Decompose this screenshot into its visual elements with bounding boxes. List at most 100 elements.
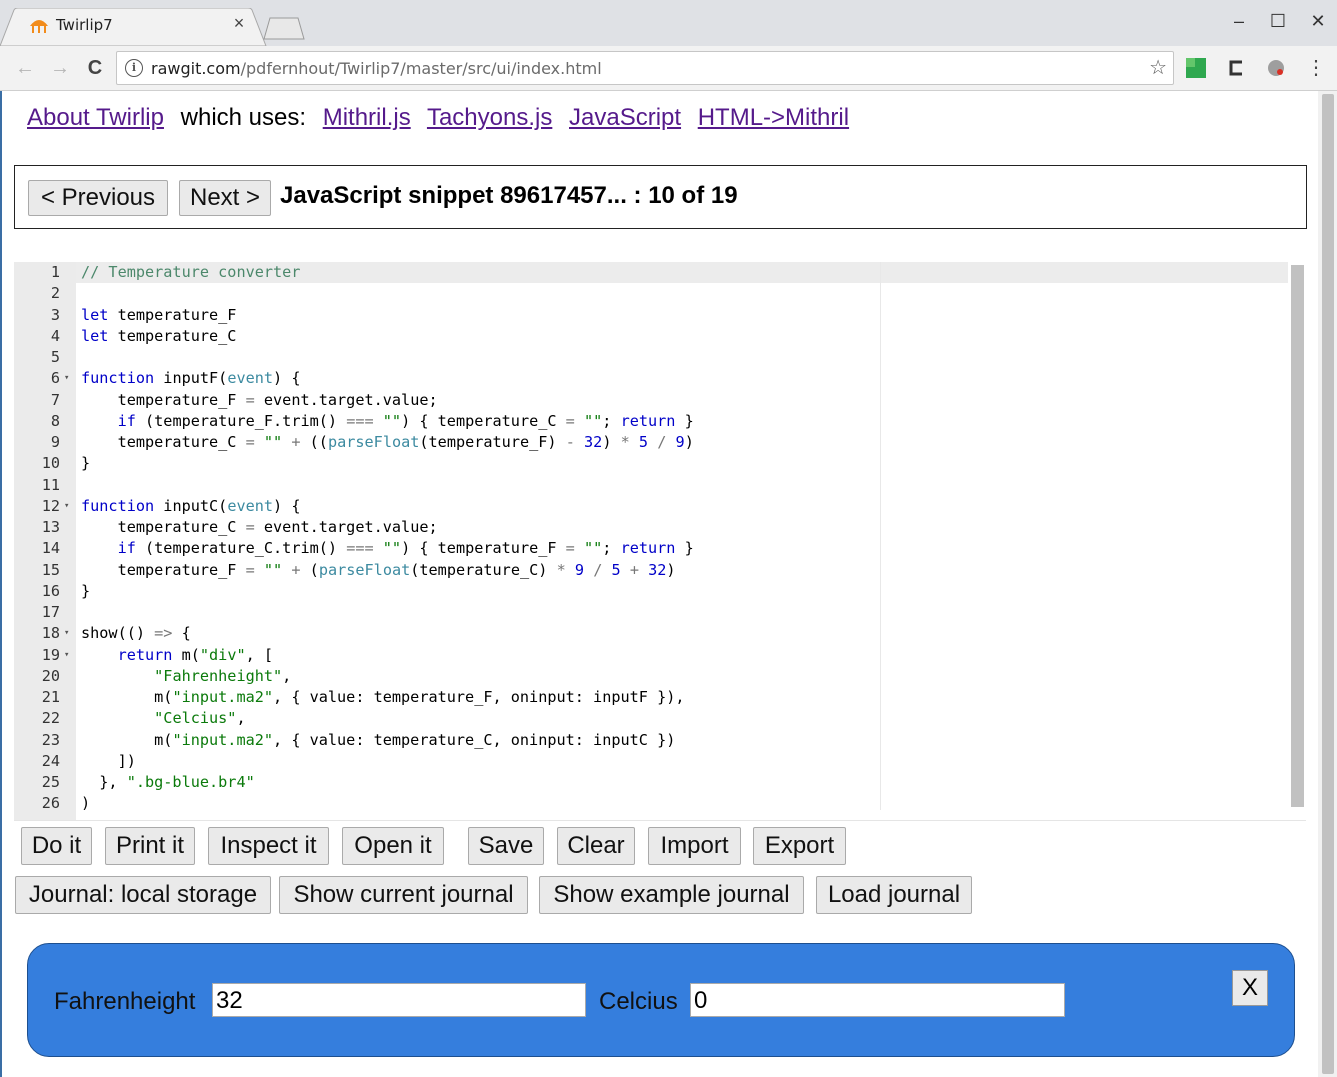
save-button[interactable]: Save bbox=[468, 827, 544, 865]
fold-toggle-icon[interactable]: ▾ bbox=[64, 623, 74, 644]
line-number: 18 bbox=[41, 624, 60, 643]
editor-scrollbar[interactable] bbox=[1291, 265, 1304, 807]
browser-titlebar: Twirlip7 × – ☐ ✕ bbox=[0, 0, 1337, 46]
code-editor[interactable]: 1// Temperature converter 2 3 let temperatu… bbox=[14, 262, 1306, 821]
fold-toggle-icon[interactable]: ▾ bbox=[64, 368, 74, 389]
line-number: 12 bbox=[41, 496, 60, 515]
line-number: 24 bbox=[41, 751, 60, 770]
url-text: rawgit.com/pdfernhout/Twirlip7/master/sr… bbox=[151, 59, 602, 78]
code-text: m("input.ma2", { value: temperature_C, o… bbox=[81, 730, 676, 749]
print-it-button[interactable]: Print it bbox=[105, 827, 195, 865]
code-text: return m("div", [ bbox=[117, 645, 274, 664]
next-button[interactable]: Next > bbox=[179, 180, 271, 216]
line-number: 5 bbox=[50, 348, 60, 366]
html-to-mithril-link[interactable]: HTML->Mithril bbox=[698, 104, 849, 131]
code-text: }, ".bg-blue.br4" bbox=[81, 773, 255, 791]
line-number: 15 bbox=[41, 560, 60, 579]
line-number: 9 bbox=[50, 433, 60, 451]
load-journal-button[interactable]: Load journal bbox=[816, 876, 972, 914]
fahrenheit-label: Fahrenheight bbox=[54, 988, 196, 1015]
code-text: temperature_F = "" + (parseFloat(tempera… bbox=[81, 560, 676, 579]
code-text: ]) bbox=[81, 751, 136, 770]
fold-toggle-icon[interactable]: ▾ bbox=[64, 645, 74, 666]
code-text: function inputF(event) { bbox=[81, 369, 301, 388]
back-icon[interactable]: ← bbox=[12, 55, 38, 81]
browser-toolbar: ← → C i rawgit.com/pdfernhout/Twirlip7/m… bbox=[0, 46, 1337, 91]
open-it-button[interactable]: Open it bbox=[342, 827, 444, 865]
tab-title: Twirlip7 bbox=[56, 16, 113, 34]
new-tab-button[interactable] bbox=[262, 16, 306, 40]
code-text: temperature_C = event.target.value; bbox=[81, 518, 438, 536]
bookmark-star-icon[interactable]: ☆ bbox=[1149, 55, 1167, 80]
maximize-icon[interactable]: ☐ bbox=[1265, 10, 1291, 32]
line-number: 8 bbox=[50, 411, 60, 430]
code-text: let temperature_C bbox=[81, 326, 237, 345]
forward-icon[interactable]: → bbox=[47, 55, 73, 81]
code-text: temperature_C = "" + ((parseFloat(temper… bbox=[81, 433, 694, 451]
javascript-link[interactable]: JavaScript bbox=[569, 104, 681, 131]
extension-dot-icon[interactable] bbox=[1266, 58, 1286, 78]
show-current-journal-button[interactable]: Show current journal bbox=[279, 876, 528, 914]
mithril-link[interactable]: Mithril.js bbox=[323, 104, 411, 131]
tachyons-link[interactable]: Tachyons.js bbox=[427, 104, 552, 131]
show-example-journal-button[interactable]: Show example journal bbox=[539, 876, 804, 914]
code-text: "Fahrenheight", bbox=[154, 666, 292, 685]
code-text: let temperature_F bbox=[81, 305, 237, 324]
line-number: 25 bbox=[41, 773, 60, 791]
line-number: 2 bbox=[50, 284, 60, 303]
output-panel: Fahrenheight 32 Celcius 0 X bbox=[27, 943, 1295, 1057]
extension-green-icon[interactable] bbox=[1186, 58, 1206, 78]
close-output-button[interactable]: X bbox=[1232, 970, 1268, 1006]
browser-menu-icon[interactable]: ⋮ bbox=[1303, 55, 1329, 81]
window-close-icon[interactable]: ✕ bbox=[1305, 10, 1331, 32]
page-scrollbar-thumb[interactable] bbox=[1322, 94, 1334, 1074]
code-text: temperature_F = event.target.value; bbox=[81, 390, 438, 409]
reload-icon[interactable]: C bbox=[82, 55, 108, 81]
export-button[interactable]: Export bbox=[753, 827, 846, 865]
minimize-icon[interactable]: – bbox=[1226, 10, 1252, 32]
line-number: 11 bbox=[41, 475, 60, 494]
code-text: "Celcius", bbox=[154, 709, 246, 728]
line-number: 14 bbox=[41, 539, 60, 558]
line-number: 23 bbox=[41, 730, 60, 749]
code-text: if (temperature_F.trim() === "") { tempe… bbox=[117, 411, 694, 430]
snippet-title: JavaScript snippet 89617457... : 10 of 1… bbox=[280, 182, 738, 209]
import-button[interactable]: Import bbox=[648, 827, 741, 865]
line-number: 16 bbox=[41, 581, 60, 600]
code-text: function inputC(event) { bbox=[81, 496, 301, 515]
line-number: 19 bbox=[41, 645, 60, 664]
print-margin bbox=[880, 262, 881, 810]
line-number: 3 bbox=[50, 305, 60, 324]
snippet-nav: < Previous Next > JavaScript snippet 896… bbox=[14, 165, 1307, 229]
line-number: 26 bbox=[41, 794, 60, 813]
line-number: 7 bbox=[50, 390, 60, 409]
desktop-edge bbox=[0, 91, 2, 1077]
line-number: 22 bbox=[41, 709, 60, 728]
which-uses-label: which uses: bbox=[180, 104, 307, 131]
code-text: } bbox=[81, 454, 91, 473]
clear-button[interactable]: Clear bbox=[557, 827, 635, 865]
code-text: // Temperature converter bbox=[81, 263, 301, 281]
line-number: 1 bbox=[50, 263, 60, 281]
extension-bracket-icon[interactable] bbox=[1226, 58, 1246, 78]
celcius-input[interactable]: 0 bbox=[690, 983, 1065, 1017]
code-text: } bbox=[81, 581, 91, 600]
info-icon[interactable]: i bbox=[125, 59, 143, 77]
line-number: 21 bbox=[41, 688, 60, 706]
code-text: show(() => { bbox=[81, 624, 191, 643]
tab-close-icon[interactable]: × bbox=[230, 14, 248, 32]
journal-local-storage-button[interactable]: Journal: local storage bbox=[15, 876, 271, 914]
do-it-button[interactable]: Do it bbox=[21, 827, 92, 865]
address-bar[interactable]: i rawgit.com/pdfernhout/Twirlip7/master/… bbox=[116, 51, 1174, 85]
code-text: ) bbox=[81, 794, 91, 813]
about-twirlip-link[interactable]: About Twirlip bbox=[27, 104, 164, 131]
line-number: 17 bbox=[41, 603, 60, 621]
previous-button[interactable]: < Previous bbox=[28, 180, 168, 216]
code-text: if (temperature_C.trim() === "") { tempe… bbox=[117, 539, 694, 558]
fold-toggle-icon[interactable]: ▾ bbox=[64, 496, 74, 517]
inspect-it-button[interactable]: Inspect it bbox=[208, 827, 329, 865]
fahrenheit-input[interactable]: 32 bbox=[212, 983, 586, 1017]
twirlip-favicon-icon bbox=[30, 20, 48, 33]
line-number: 4 bbox=[50, 326, 60, 345]
header-links: About Twirlip which uses: Mithril.js Tac… bbox=[27, 104, 859, 132]
